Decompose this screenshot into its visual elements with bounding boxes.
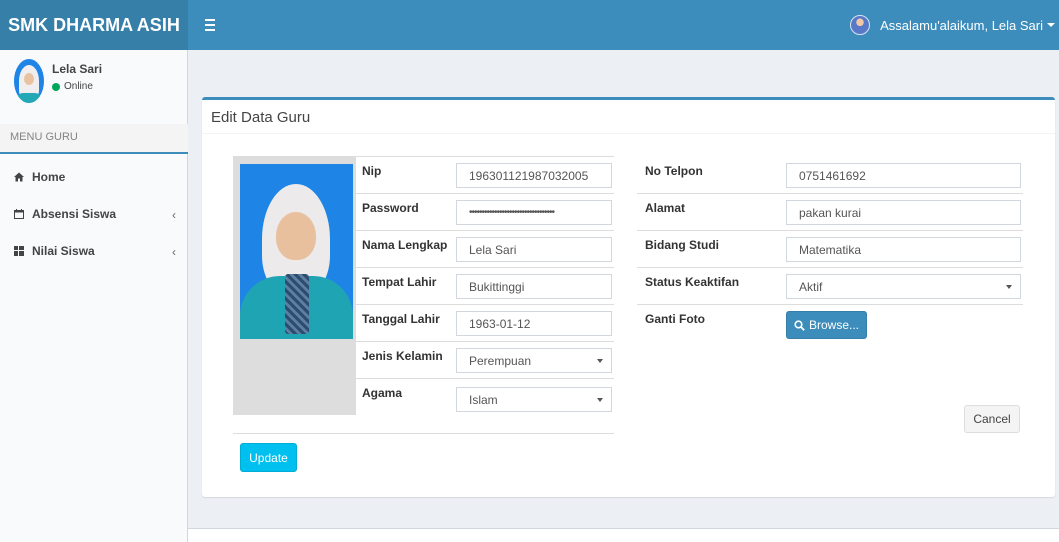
label-nama-lengkap: Nama Lengkap <box>362 238 448 252</box>
sidebar-item-label: Home <box>32 169 66 184</box>
label-ganti-foto: Ganti Foto <box>645 312 705 326</box>
label-nip: Nip <box>362 164 382 178</box>
label-jenis-kelamin: Jenis Kelamin <box>362 349 443 363</box>
row-separator <box>356 193 614 194</box>
home-icon <box>14 172 24 181</box>
status-label: Online <box>64 81 93 92</box>
online-dot-icon <box>52 82 60 91</box>
divider <box>202 133 1055 134</box>
password-input[interactable]: •••••••••••••••••••••••••••••••••• <box>456 200 612 225</box>
calendar-icon <box>14 208 24 219</box>
row-separator <box>356 304 614 305</box>
user-greeting: Assalamu'alaikum, Lela Sari <box>880 17 1043 33</box>
tanggal-lahir-input[interactable]: 1963-01-12 <box>456 311 612 336</box>
row-separator <box>637 304 1023 305</box>
row-separator <box>637 193 1023 194</box>
label-no-telpon: No Telpon <box>645 164 703 178</box>
agama-select[interactable]: Islam <box>456 387 612 412</box>
status-keaktifan-select[interactable]: Aktif <box>786 274 1021 299</box>
top-navbar: SMK DHARMA ASIH Assalamu'alaikum, Lela S… <box>0 0 1059 50</box>
nip-input[interactable]: 196301121987032005 <box>456 163 612 188</box>
caret-down-icon <box>1047 23 1055 27</box>
no-telpon-input[interactable]: 0751461692 <box>786 163 1021 188</box>
label-tanggal-lahir: Tanggal Lahir <box>362 312 440 326</box>
teacher-photo <box>240 164 353 339</box>
label-status-keaktifan: Status Keaktifan <box>645 275 740 289</box>
angle-left-icon: ‹ <box>172 245 176 259</box>
row-separator <box>356 341 614 342</box>
nama-lengkap-input[interactable]: Lela Sari <box>456 237 612 262</box>
label-bidang-studi: Bidang Studi <box>645 238 719 252</box>
row-separator <box>356 230 614 231</box>
footer <box>188 528 1059 542</box>
angle-left-icon: ‹ <box>172 208 176 222</box>
user-avatar-icon <box>850 15 871 35</box>
sidebar-item-label: Nilai Siswa <box>32 243 95 258</box>
label-alamat: Alamat <box>645 201 686 215</box>
row-separator <box>637 230 1023 231</box>
row-separator <box>356 156 614 157</box>
sidebar-user-name: Lela Sari <box>52 62 103 76</box>
grid-icon <box>14 245 24 256</box>
row-separator <box>356 267 614 268</box>
label-tempat-lahir: Tempat Lahir <box>362 275 437 289</box>
jenis-kelamin-select[interactable]: Perempuan <box>456 348 612 373</box>
label-password: Password <box>362 201 419 215</box>
row-separator <box>233 433 614 434</box>
edit-guru-box: Edit Data Guru Nip Password Nama Lengkap… <box>202 97 1055 497</box>
browse-label: Browse... <box>808 318 859 332</box>
label-agama: Agama <box>362 386 403 400</box>
sidebar-item-label: Absensi Siswa <box>32 206 117 221</box>
browse-button[interactable]: Browse... <box>786 311 867 339</box>
user-panel: Lela Sari Online <box>0 50 188 122</box>
sidebar-item-nilai-siswa[interactable]: Nilai Siswa ‹ <box>0 232 188 269</box>
user-menu[interactable]: Assalamu'alaikum, Lela Sari <box>850 0 1055 50</box>
sidebar-toggle-icon[interactable] <box>205 15 219 35</box>
bidang-studi-input[interactable]: Matematika <box>786 237 1021 262</box>
search-icon <box>794 319 805 331</box>
sidebar: Lela Sari Online MENU GURU Home Absensi … <box>0 50 188 542</box>
alamat-input[interactable]: pakan kurai <box>786 200 1021 225</box>
photo-cell <box>233 156 356 415</box>
page-title: Edit Data Guru <box>211 109 311 126</box>
avatar <box>14 59 44 103</box>
update-button[interactable]: Update <box>240 443 297 472</box>
row-separator <box>637 267 1023 268</box>
sidebar-menu: Home Absensi Siswa ‹ Nilai Siswa ‹ <box>0 158 188 269</box>
row-separator <box>356 378 614 379</box>
sidebar-item-absensi-siswa[interactable]: Absensi Siswa ‹ <box>0 195 188 232</box>
user-status: Online <box>52 81 93 92</box>
app-logo[interactable]: SMK DHARMA ASIH <box>0 0 188 50</box>
cancel-button[interactable]: Cancel <box>964 405 1020 433</box>
tempat-lahir-input[interactable]: Bukittinggi <box>456 274 612 299</box>
sidebar-item-home[interactable]: Home <box>0 158 188 195</box>
menu-header: MENU GURU <box>0 124 188 154</box>
